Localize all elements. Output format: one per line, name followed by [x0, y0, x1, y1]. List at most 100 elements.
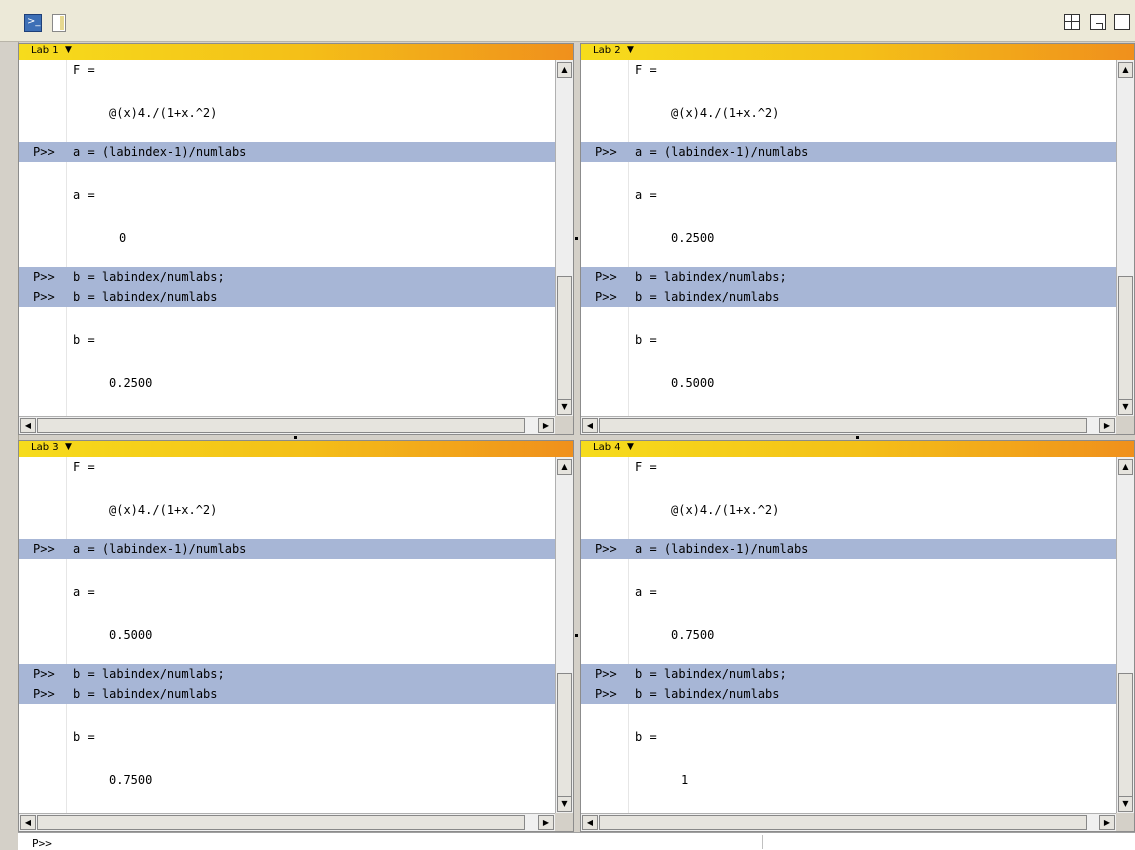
left-edge-strip	[0, 0, 19, 850]
scroll-right-icon[interactable]: ▶	[1099, 815, 1115, 830]
scroll-down-icon[interactable]: ▼	[1118, 399, 1133, 415]
command-window-icon[interactable]: >_	[24, 14, 42, 32]
console-output[interactable]: F = @(x)4./(1+x.^2) P>> a = (labindex-1)/…	[19, 457, 555, 813]
console-output[interactable]: F = @(x)4./(1+x.^2) P>> a = (labindex-1)/…	[581, 60, 1116, 416]
output-label: a =	[635, 585, 657, 599]
scroll-corner	[555, 813, 573, 831]
prompt: P>>	[33, 687, 55, 701]
toolbar: >_	[0, 0, 1135, 42]
scroll-thumb[interactable]	[557, 276, 572, 400]
scroll-right-icon[interactable]: ▶	[1099, 418, 1115, 433]
prompt: P>>	[33, 290, 55, 304]
command-text: b = labindex/numlabs;	[635, 667, 787, 681]
scroll-corner	[1116, 813, 1134, 831]
horizontal-scrollbar[interactable]: ◀ ▶	[19, 813, 555, 831]
scroll-up-icon[interactable]: ▲	[1118, 459, 1133, 475]
output-value: 0.2500	[671, 231, 715, 245]
splitter-handle[interactable]	[575, 634, 578, 637]
scroll-thumb[interactable]	[1118, 673, 1133, 797]
scroll-left-icon[interactable]: ◀	[20, 418, 36, 433]
command-text: a = (labindex-1)/numlabs	[73, 145, 247, 159]
scroll-thumb[interactable]	[599, 815, 1087, 830]
scroll-left-icon[interactable]: ◀	[20, 815, 36, 830]
command-prompt: P>>	[32, 837, 52, 850]
lab-header[interactable]: Lab 1 ▼	[19, 44, 573, 60]
scroll-thumb[interactable]	[557, 673, 572, 797]
output-label: a =	[73, 188, 95, 202]
output-value: 1	[681, 773, 689, 787]
output-value: 0.5000	[671, 376, 715, 390]
scroll-right-icon[interactable]: ▶	[538, 418, 554, 433]
command-text: b = labindex/numlabs;	[635, 270, 787, 284]
lab-title: Lab 2	[593, 45, 621, 56]
command-line: P>> b = labindex/numlabs	[19, 684, 555, 704]
document-icon[interactable]	[52, 14, 66, 32]
output-label: b =	[73, 730, 95, 744]
output-label: a =	[635, 188, 657, 202]
lab-panel-3: Lab 3 ▼ F = @(x)4./(1+x.^2) P>> a = (labi…	[18, 440, 574, 832]
scroll-thumb[interactable]	[37, 418, 525, 433]
lab-header[interactable]: Lab 3 ▼	[19, 441, 573, 457]
horizontal-scrollbar[interactable]: ◀ ▶	[19, 416, 555, 434]
command-text: b = labindex/numlabs;	[73, 270, 225, 284]
divider	[762, 835, 763, 849]
command-line: P>> b = labindex/numlabs	[581, 684, 1116, 704]
lab-header[interactable]: Lab 2 ▼	[581, 44, 1134, 60]
command-line: P>> b = labindex/numlabs;	[581, 267, 1116, 287]
horizontal-scrollbar[interactable]: ◀ ▶	[581, 416, 1116, 434]
command-text: a = (labindex-1)/numlabs	[635, 145, 809, 159]
splitter-handle[interactable]	[856, 436, 859, 439]
splitter-handle[interactable]	[294, 436, 297, 439]
console-output[interactable]: F = @(x)4./(1+x.^2) P>> a = (labindex-1)/…	[19, 60, 555, 416]
scroll-corner	[555, 416, 573, 434]
output-value: @(x)4./(1+x.^2)	[671, 503, 780, 517]
output-label: F =	[73, 460, 95, 474]
console-output[interactable]: F = @(x)4./(1+x.^2) P>> a = (labindex-1)/…	[581, 457, 1116, 813]
vertical-scrollbar[interactable]: ▲ ▼	[1116, 60, 1134, 416]
scroll-left-icon[interactable]: ◀	[582, 418, 598, 433]
chevron-down-icon[interactable]: ▼	[627, 442, 634, 452]
scroll-thumb[interactable]	[37, 815, 525, 830]
command-text: b = labindex/numlabs	[635, 290, 780, 304]
prompt: P>>	[595, 290, 617, 304]
lab-title: Lab 4	[593, 442, 621, 453]
scroll-down-icon[interactable]: ▼	[557, 399, 572, 415]
command-line: P>> b = labindex/numlabs;	[581, 664, 1116, 684]
scroll-thumb[interactable]	[1118, 276, 1133, 400]
vertical-scrollbar[interactable]: ▲ ▼	[1116, 457, 1134, 813]
output-value: @(x)4./(1+x.^2)	[109, 106, 218, 120]
chevron-down-icon[interactable]: ▼	[627, 45, 634, 55]
scroll-right-icon[interactable]: ▶	[538, 815, 554, 830]
command-line: P>> b = labindex/numlabs;	[19, 267, 555, 287]
output-label: F =	[73, 63, 95, 77]
command-text: a = (labindex-1)/numlabs	[635, 542, 809, 556]
single-window-icon[interactable]	[1114, 14, 1130, 30]
splitter-handle[interactable]	[575, 237, 578, 240]
vertical-scrollbar[interactable]: ▲ ▼	[555, 457, 573, 813]
prompt: P>>	[595, 145, 617, 159]
grid-layout-icon[interactable]	[1064, 14, 1080, 30]
scroll-down-icon[interactable]: ▼	[557, 796, 572, 812]
dock-icon[interactable]	[1090, 14, 1106, 30]
output-value: 0.2500	[109, 376, 153, 390]
lab-title: Lab 1	[31, 45, 59, 56]
command-text: b = labindex/numlabs	[73, 687, 218, 701]
scroll-thumb[interactable]	[599, 418, 1087, 433]
scroll-up-icon[interactable]: ▲	[557, 62, 572, 78]
vertical-scrollbar[interactable]: ▲ ▼	[555, 60, 573, 416]
command-line: P>> b = labindex/numlabs	[581, 287, 1116, 307]
scroll-left-icon[interactable]: ◀	[582, 815, 598, 830]
output-label: b =	[635, 730, 657, 744]
chevron-down-icon[interactable]: ▼	[65, 45, 72, 55]
output-label: a =	[73, 585, 95, 599]
output-value: @(x)4./(1+x.^2)	[109, 503, 218, 517]
chevron-down-icon[interactable]: ▼	[65, 442, 72, 452]
scroll-down-icon[interactable]: ▼	[1118, 796, 1133, 812]
scroll-up-icon[interactable]: ▲	[1118, 62, 1133, 78]
horizontal-scrollbar[interactable]: ◀ ▶	[581, 813, 1116, 831]
output-value: 0.5000	[109, 628, 153, 642]
scroll-up-icon[interactable]: ▲	[557, 459, 572, 475]
lab-header[interactable]: Lab 4 ▼	[581, 441, 1134, 457]
output-label: b =	[635, 333, 657, 347]
command-input-bar[interactable]: P>>	[18, 832, 1135, 850]
